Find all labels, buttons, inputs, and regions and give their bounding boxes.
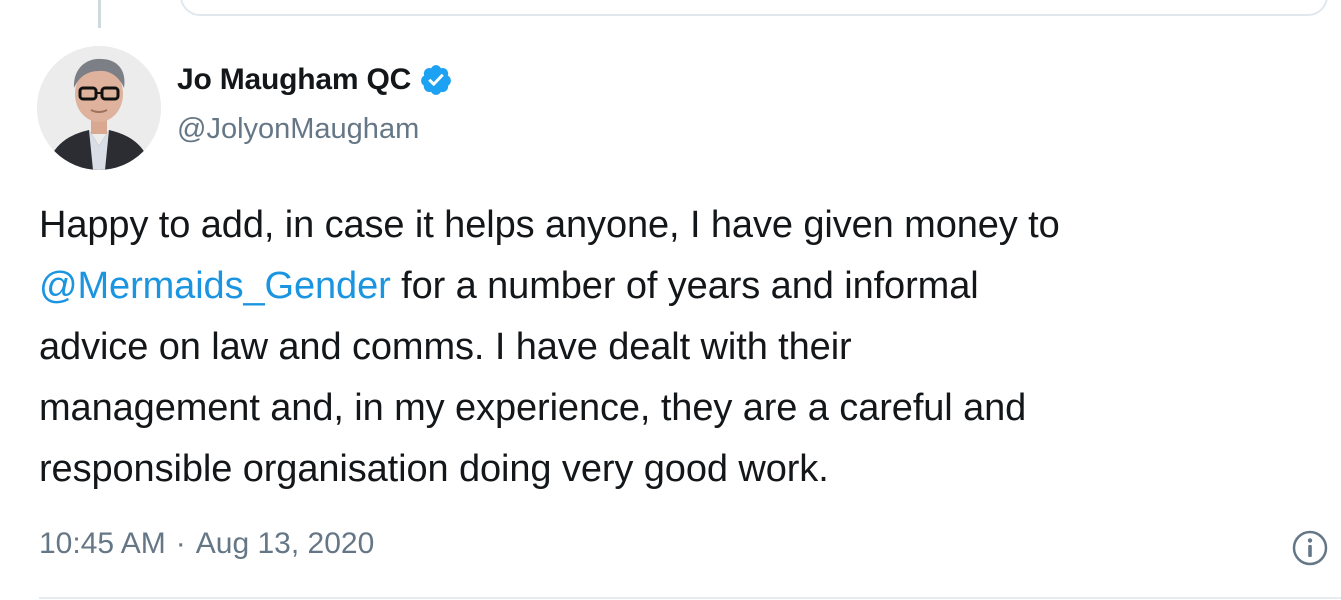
verified-badge-icon — [419, 63, 453, 97]
tweet-text-line-5: responsible organisation doing very good… — [39, 448, 829, 490]
thread-connector-line — [98, 0, 101, 28]
info-icon[interactable] — [1290, 528, 1330, 568]
tweet-text-line-2: for a number of years and informal — [401, 265, 979, 307]
tweet-text-line-1: Happy to add, in case it helps anyone, I… — [39, 204, 1060, 246]
mention-link[interactable]: @Mermaids_Gender — [39, 265, 391, 307]
author-name-row: Jo Maugham QC — [177, 58, 453, 102]
timestamp-separator: · — [175, 527, 186, 560]
tweet-date: Aug 13, 2020 — [195, 527, 375, 560]
author-display-name[interactable]: Jo Maugham QC — [177, 63, 411, 97]
tweet-timestamp[interactable]: 10:45 AM · Aug 13, 2020 — [39, 527, 374, 561]
tweet-text: Happy to add, in case it helps anyone, I… — [39, 195, 1324, 500]
tweet-text-line-3: advice on law and comms. I have dealt wi… — [39, 326, 852, 368]
bottom-divider — [39, 597, 1341, 599]
avatar[interactable] — [37, 46, 161, 170]
tweet-text-line-4: management and, in my experience, they a… — [39, 387, 1027, 429]
previous-tweet-card-edge — [180, 0, 1328, 16]
author-handle[interactable]: @JolyonMaugham — [177, 113, 419, 146]
profile-photo-avatar-icon — [37, 46, 161, 170]
tweet-time: 10:45 AM — [39, 527, 166, 560]
